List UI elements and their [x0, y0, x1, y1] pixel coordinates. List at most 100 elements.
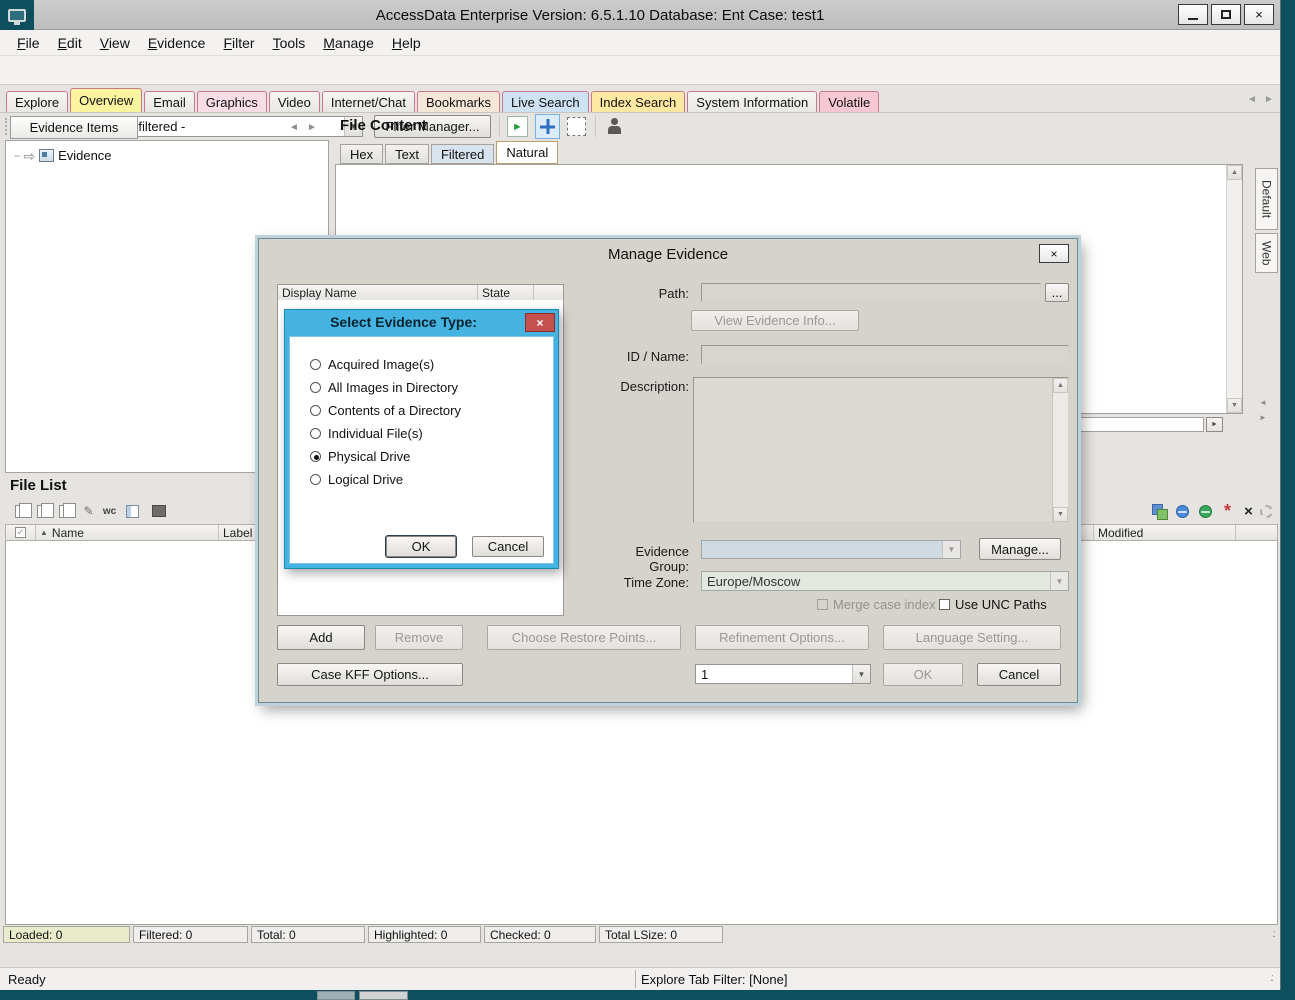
tab-email[interactable]: Email [144, 91, 195, 112]
tab-bookmarks[interactable]: Bookmarks [417, 91, 500, 112]
time-zone-combobox[interactable]: Europe/Moscow ▼ [701, 571, 1069, 591]
close-button[interactable]: × [1244, 4, 1274, 25]
tree-arrow-icon[interactable]: ⇨ [23, 149, 35, 163]
splitter-left-icon[interactable]: ◄ [1259, 398, 1267, 407]
menu-evidence[interactable]: Evidence [139, 32, 215, 54]
scroll-down-icon[interactable]: ▼ [1053, 507, 1068, 522]
description-scrollbar[interactable]: ▲ ▼ [1052, 378, 1068, 522]
case-kff-options-button[interactable]: Case KFF Options... [277, 663, 463, 686]
blue-globe-icon[interactable] [1174, 503, 1191, 519]
tree-item-evidence[interactable]: -- ⇨ Evidence [14, 148, 112, 163]
radio-icon[interactable] [310, 405, 321, 416]
menu-edit[interactable]: Edit [49, 32, 91, 54]
tab-system-information[interactable]: System Information [687, 91, 817, 112]
type-ok-button[interactable]: OK [386, 536, 456, 557]
green-arrow-icon[interactable]: ► [507, 116, 528, 137]
copy-special-icon[interactable] [34, 503, 51, 519]
tab-video[interactable]: Video [269, 91, 320, 112]
tab-hex[interactable]: Hex [340, 144, 383, 164]
tab-index-search[interactable]: Index Search [591, 91, 686, 112]
radio-icon[interactable] [310, 451, 321, 462]
tab-live-search[interactable]: Live Search [502, 91, 589, 112]
gear-icon[interactable] [1258, 503, 1275, 519]
panel-icon[interactable] [150, 503, 167, 519]
column-checkbox[interactable]: ✓ [6, 525, 36, 540]
wc-icon[interactable]: wc [101, 503, 118, 519]
tab-natural[interactable]: Natural [496, 141, 558, 164]
go-right-icon[interactable]: ► [1206, 417, 1223, 432]
column-modified[interactable]: Modified [1094, 525, 1236, 540]
export-icon[interactable] [56, 503, 73, 519]
checkbox-icon[interactable]: ✓ [15, 527, 26, 538]
tab-overview[interactable]: Overview [70, 88, 142, 112]
pencil-icon[interactable]: ✎ [80, 503, 97, 519]
checkbox-icon[interactable] [939, 599, 950, 610]
chevron-down-icon[interactable]: ▼ [852, 665, 870, 683]
browse-button[interactable]: ... [1045, 283, 1069, 302]
tab-graphics[interactable]: Graphics [197, 91, 267, 112]
count-combobox[interactable]: 1 ▼ [695, 664, 871, 684]
selection-box-icon[interactable] [567, 117, 586, 136]
evidence-items-tab[interactable]: Evidence Items [10, 116, 138, 139]
tab-internet-chat[interactable]: Internet/Chat [322, 91, 415, 112]
menu-view[interactable]: View [91, 32, 139, 54]
tab-scroll-left-icon[interactable]: ◄ [1247, 94, 1257, 105]
scroll-down-icon[interactable]: ▼ [1227, 398, 1242, 413]
radio-physical-drive[interactable]: Physical Drive [310, 449, 410, 464]
copy-icon[interactable] [12, 503, 29, 519]
add-button[interactable]: Add [277, 625, 365, 650]
x-mark-icon[interactable]: × [1240, 503, 1257, 519]
maximize-button[interactable] [1211, 4, 1241, 25]
scroll-up-icon[interactable]: ▲ [1053, 378, 1068, 393]
radio-acquired-images[interactable]: Acquired Image(s) [310, 357, 434, 372]
menu-help[interactable]: Help [383, 32, 430, 54]
tab-scroll-right-icon[interactable]: ► [1264, 94, 1274, 105]
type-cancel-button[interactable]: Cancel [472, 536, 544, 557]
scroll-up-icon[interactable]: ▲ [1227, 165, 1242, 180]
dialog-close-button[interactable]: × [1039, 244, 1069, 263]
column-layout-icon[interactable] [124, 503, 141, 519]
tab-volatile[interactable]: Volatile [819, 91, 879, 112]
vertical-scrollbar[interactable]: ▲ ▼ [1226, 165, 1242, 413]
side-tab-web[interactable]: Web [1255, 233, 1278, 273]
radio-contents-of-a-directory[interactable]: Contents of a Directory [310, 403, 461, 418]
chevron-down-icon[interactable]: ▼ [1050, 572, 1068, 590]
tab-filtered[interactable]: Filtered [431, 144, 494, 164]
splitter-right-icon[interactable]: ► [1259, 413, 1267, 422]
manage-groups-button[interactable]: Manage... [979, 538, 1061, 560]
tab-text[interactable]: Text [385, 144, 429, 164]
menu-manage[interactable]: Manage [314, 32, 383, 54]
red-asterisk-icon[interactable]: * [1219, 503, 1236, 519]
column-label-label: Label [223, 526, 252, 540]
radio-all-images-in-directory[interactable]: All Images in Directory [310, 380, 458, 395]
radio-icon[interactable] [310, 474, 321, 485]
side-tab-default[interactable]: Default [1255, 168, 1278, 230]
radio-label: Physical Drive [328, 449, 410, 464]
radio-icon[interactable] [310, 359, 321, 370]
column-state[interactable]: State [478, 285, 534, 300]
type-dialog-close-button[interactable]: × [525, 313, 555, 332]
use-unc-paths-checkbox[interactable]: Use UNC Paths [939, 597, 1047, 612]
tab-explore[interactable]: Explore [6, 91, 68, 112]
menu-tools[interactable]: Tools [264, 32, 315, 54]
window-title: AccessData Enterprise Version: 6.5.1.10 … [40, 0, 1160, 30]
person-icon[interactable] [605, 116, 625, 137]
radio-individual-files[interactable]: Individual File(s) [310, 426, 423, 441]
toolbar-grip[interactable] [5, 118, 8, 135]
move-icon[interactable] [535, 114, 560, 139]
column-display-name[interactable]: Display Name [278, 285, 478, 300]
menu-file[interactable]: File [8, 32, 49, 54]
panel-scroll-right-icon[interactable]: ► [307, 122, 317, 133]
radio-icon[interactable] [310, 382, 321, 393]
radio-icon[interactable] [310, 428, 321, 439]
select-evidence-type-dialog: Select Evidence Type: × Acquired Image(s… [284, 309, 559, 569]
cancel-button[interactable]: Cancel [977, 663, 1061, 686]
tiles-icon[interactable] [1150, 503, 1167, 519]
green-globe-icon[interactable] [1197, 503, 1214, 519]
minimize-button[interactable] [1178, 4, 1208, 25]
panel-scroll-left-icon[interactable]: ◄ [289, 122, 299, 133]
menu-filter[interactable]: Filter [214, 32, 263, 54]
column-name[interactable]: ▲Name [36, 525, 219, 540]
filter-combobox[interactable]: - unfiltered - ▼ [110, 116, 363, 137]
radio-logical-drive[interactable]: Logical Drive [310, 472, 403, 487]
